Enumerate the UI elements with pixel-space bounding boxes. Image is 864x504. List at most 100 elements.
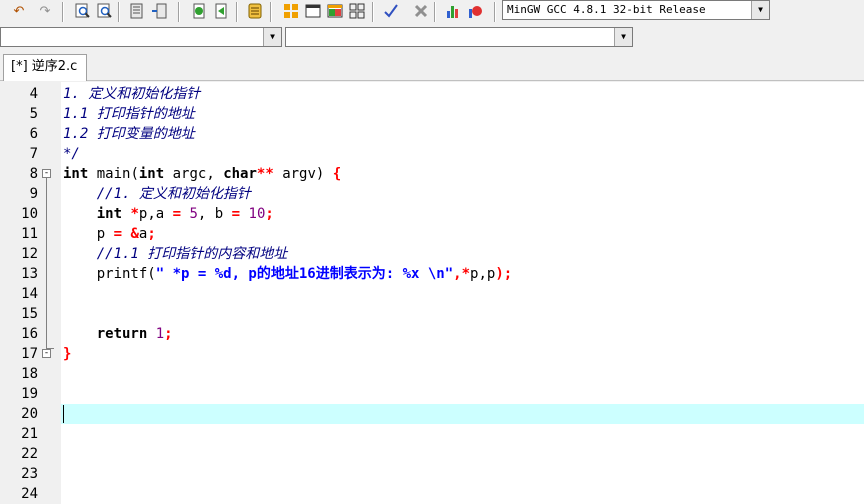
toolbar-separator <box>434 2 436 22</box>
line-number: 21 <box>21 426 38 442</box>
keyword: return <box>96 326 148 342</box>
line-number: 23 <box>21 466 38 482</box>
redo-icon[interactable]: ↷ <box>36 2 54 20</box>
code-line: 1.2 打印变量的地址 <box>63 126 195 142</box>
operator: * <box>461 266 471 282</box>
code-line: printf(" *p = %d, p的地址16进制表示为: %x \n",*p… <box>63 264 512 284</box>
number: 1 <box>155 326 165 342</box>
toolbar-separator <box>372 2 374 22</box>
code-token: printf( <box>63 266 156 282</box>
operator: ** <box>256 166 274 182</box>
line-number: 12 <box>21 246 38 262</box>
toolbar-separator <box>118 2 120 22</box>
line-number: 22 <box>21 446 38 462</box>
code-line: */ <box>63 146 80 162</box>
toolbar-separator <box>178 2 180 22</box>
operator: , <box>453 266 462 282</box>
run-icon[interactable] <box>150 2 168 20</box>
line-number: 19 <box>21 386 38 402</box>
line-number-gutter: 4 5 6 7 8 9 10 11 12 13 14 15 16 17 18 1… <box>0 82 61 504</box>
operator: = <box>231 206 241 222</box>
line-number: 15 <box>21 306 38 322</box>
line-number: 5 <box>29 106 38 122</box>
line-number: 6 <box>29 126 38 142</box>
keyword: char <box>223 166 257 182</box>
stop-icon[interactable] <box>412 2 430 20</box>
code-line: //1. 定义和初始化指针 <box>63 186 251 202</box>
tab-file[interactable]: [*] 逆序2.c <box>3 54 87 81</box>
code-line: 1.1 打印指针的地址 <box>63 106 195 122</box>
undo-icon[interactable]: ↶ <box>10 2 28 20</box>
operator: ; <box>265 206 274 222</box>
replace-icon[interactable] <box>96 2 114 20</box>
code-token: argc, <box>164 166 224 182</box>
line-number: 8 <box>29 166 38 182</box>
line-number: 17 <box>21 346 38 362</box>
code-token: p <box>63 226 114 242</box>
operator: ; <box>147 226 156 242</box>
operator: { <box>332 166 342 182</box>
grid-icon[interactable] <box>348 2 366 20</box>
class-icon[interactable] <box>326 2 344 20</box>
check-icon[interactable] <box>382 2 400 20</box>
line-number: 10 <box>21 206 38 222</box>
selector-bar: ▼ ▼ <box>0 24 864 50</box>
operator: = <box>113 226 123 242</box>
fold-marker[interactable]: - <box>42 349 51 358</box>
line-number: 16 <box>21 326 38 342</box>
chevron-down-icon[interactable]: ▼ <box>614 28 632 46</box>
main-toolbar: ↶ ↷ MinGW GCC 4.8.1 32-bit Release ▼ <box>0 0 864 24</box>
debug-icon[interactable] <box>466 2 484 20</box>
number: 10 <box>248 206 266 222</box>
code-token: main( <box>88 166 139 182</box>
line-number: 20 <box>21 406 38 422</box>
code-token: , b <box>197 206 232 222</box>
line-number: 14 <box>21 286 38 302</box>
comment-icon[interactable] <box>246 2 264 20</box>
operator: * <box>130 206 139 222</box>
chevron-down-icon[interactable]: ▼ <box>263 28 281 46</box>
find-icon[interactable] <box>74 2 92 20</box>
operator: = <box>172 206 182 222</box>
compile-icon[interactable] <box>128 2 146 20</box>
symbol-select[interactable]: ▼ <box>285 27 633 47</box>
operator: ); <box>495 266 513 282</box>
toolbar-separator <box>270 2 272 22</box>
compiler-select[interactable]: MinGW GCC 4.8.1 32-bit Release ▼ <box>502 0 770 20</box>
chevron-down-icon[interactable]: ▼ <box>751 1 769 19</box>
toolbar-separator <box>62 2 64 22</box>
rebuild-icon[interactable] <box>212 2 230 20</box>
code-token: argv) <box>273 166 333 182</box>
code-editor[interactable]: 4 5 6 7 8 9 10 11 12 13 14 15 16 17 18 1… <box>0 82 864 504</box>
code-line: return 1; <box>63 324 173 344</box>
line-number: 9 <box>29 186 38 202</box>
keyword: int <box>138 166 165 182</box>
string-literal: " *p = %d, p的地址16进制表示为: %x \n" <box>155 266 454 282</box>
code-token: p,p <box>470 266 496 282</box>
scope-select[interactable]: ▼ <box>0 27 282 47</box>
chart-icon[interactable] <box>444 2 462 20</box>
code-line: //1.1 打印指针的内容和地址 <box>63 246 288 262</box>
code-line: p = &a; <box>63 224 156 244</box>
line-number: 13 <box>21 266 38 282</box>
keyword: int <box>63 166 89 182</box>
window-icon[interactable] <box>304 2 322 20</box>
code-line: int *p,a = 5, b = 10; <box>63 204 274 224</box>
text-caret <box>63 405 64 423</box>
line-number: 24 <box>21 486 38 502</box>
code-line: 1. 定义和初始化指针 <box>63 86 201 102</box>
new-project-icon[interactable] <box>282 2 300 20</box>
line-number: 18 <box>21 366 38 382</box>
tab-file-label: [*] 逆序2.c <box>11 59 78 74</box>
number: 5 <box>189 206 198 222</box>
operator: ; <box>164 326 173 342</box>
fold-marker[interactable]: - <box>42 169 51 178</box>
compile-run-icon[interactable] <box>190 2 208 20</box>
compiler-select-value: MinGW GCC 4.8.1 32-bit Release <box>507 3 706 16</box>
editor-tab-bar: [*] 逆序2.c <box>0 50 864 81</box>
operator: & <box>130 226 139 242</box>
